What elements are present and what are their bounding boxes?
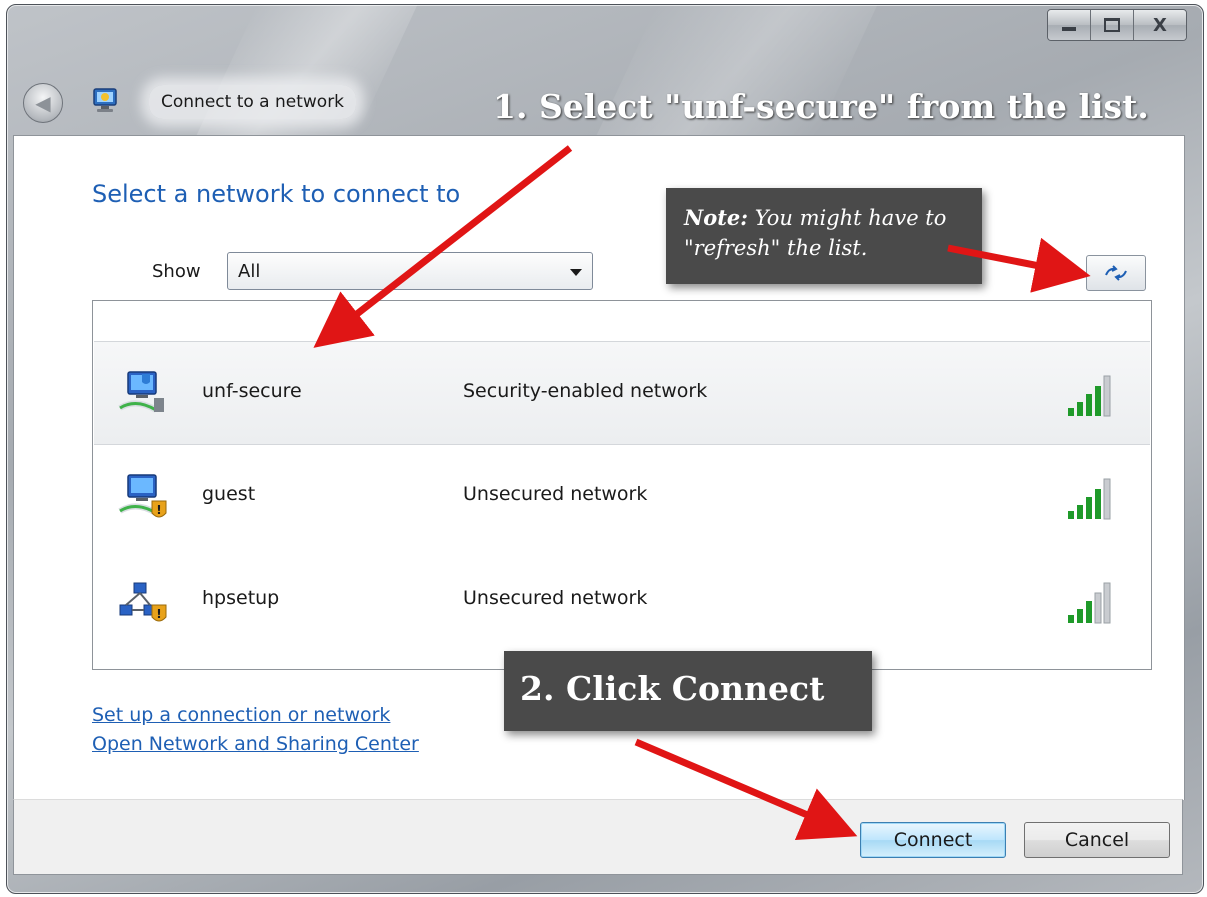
adhoc-unsecured-network-icon: ! xyxy=(119,582,167,622)
cancel-button[interactable]: Cancel xyxy=(1024,822,1170,858)
svg-text:!: ! xyxy=(156,503,161,517)
network-name: unf-secure xyxy=(202,380,302,402)
setup-connection-link[interactable]: Set up a connection or network xyxy=(92,704,390,726)
caption-buttons: X xyxy=(1047,9,1187,41)
network-sharing-center-link[interactable]: Open Network and Sharing Center xyxy=(92,733,419,755)
connect-button[interactable]: Connect xyxy=(860,822,1006,858)
secured-network-icon xyxy=(118,371,164,413)
back-button[interactable]: ◀ xyxy=(23,83,63,123)
close-icon: X xyxy=(1153,14,1167,36)
window-title: Connect to a network xyxy=(149,85,357,119)
dialog-footer: Connect Cancel xyxy=(13,799,1183,875)
content-area: Select a network to connect to Show All … xyxy=(13,135,1185,800)
minimize-button[interactable] xyxy=(1048,10,1091,40)
network-name: hpsetup xyxy=(202,587,280,609)
show-label: Show xyxy=(152,261,201,282)
chevron-down-icon xyxy=(570,269,582,276)
maximize-icon xyxy=(1104,18,1120,32)
svg-text:!: ! xyxy=(156,607,161,621)
close-button[interactable]: X xyxy=(1134,10,1186,40)
back-arrow-icon: ◀ xyxy=(35,91,51,115)
network-wizard-icon xyxy=(93,88,117,112)
network-security-status: Unsecured network xyxy=(463,483,648,505)
network-name: guest xyxy=(202,483,256,505)
network-row-hpsetup[interactable]: ! hpsetup Unsecured network xyxy=(94,549,1150,653)
network-security-status: Security-enabled network xyxy=(463,380,708,402)
show-filter-value: All xyxy=(238,261,261,282)
signal-strength-icon xyxy=(1068,375,1111,417)
step2-callout: 2. Click Connect xyxy=(504,651,872,731)
unsecured-network-icon: ! xyxy=(118,474,167,518)
refresh-note-callout: Note: You might have to "refresh" the li… xyxy=(666,188,982,284)
signal-strength-icon xyxy=(1068,478,1111,520)
page-heading: Select a network to connect to xyxy=(92,180,461,208)
step1-callout: 1. Select "unf-secure" from the list. xyxy=(493,87,1149,126)
show-filter-dropdown[interactable]: All xyxy=(227,252,593,290)
maximize-button[interactable] xyxy=(1091,10,1134,40)
signal-strength-icon xyxy=(1068,582,1111,624)
network-list: unf-secure Security-enabled network ! gu… xyxy=(92,300,1152,670)
note-label: Note: xyxy=(684,205,749,230)
network-row-unf-secure[interactable]: unf-secure Security-enabled network xyxy=(94,341,1150,445)
network-row-guest[interactable]: ! guest Unsecured network xyxy=(94,445,1150,549)
minimize-icon xyxy=(1062,27,1076,31)
refresh-icon xyxy=(1105,265,1127,281)
network-security-status: Unsecured network xyxy=(463,587,648,609)
refresh-button[interactable] xyxy=(1086,255,1146,291)
